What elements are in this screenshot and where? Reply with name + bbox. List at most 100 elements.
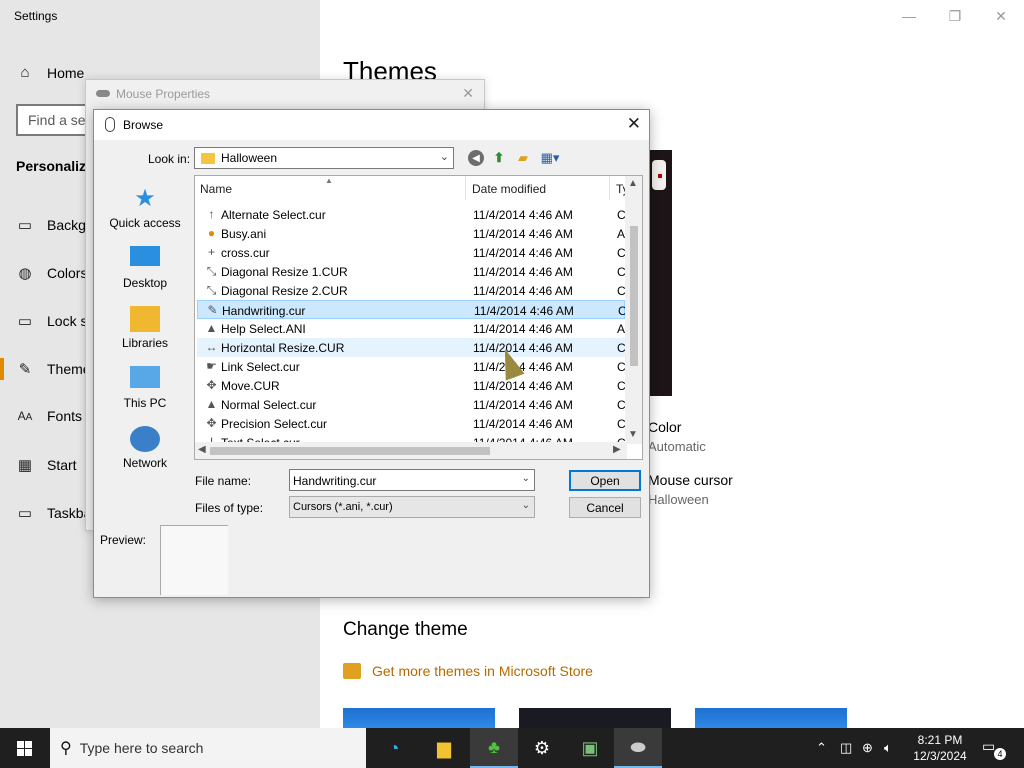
column-header-date[interactable]: Date modified xyxy=(472,176,546,200)
color-setting-label[interactable]: Color xyxy=(648,419,681,435)
nav-lock-screen[interactable]: ▭ Lock s xyxy=(16,312,88,330)
taskbar: ⚲ Type here to search ◔ ▆ ♣ ⚙ ▣ ⬬ ⌃ ◫ ⊕ … xyxy=(0,728,1024,768)
file-row[interactable]: ✥Precision Select.cur11/4/2014 4:46 AMCu xyxy=(197,414,627,433)
mouse-properties-title: Mouse Properties xyxy=(116,87,211,101)
file-row[interactable]: ●Busy.ani11/4/2014 4:46 AMAn xyxy=(197,224,627,243)
file-row[interactable]: ☛Link Select.cur11/4/2014 4:46 AMCu xyxy=(197,357,627,376)
place-label: This PC xyxy=(123,396,167,410)
file-name-cell: Handwriting.cur xyxy=(222,304,306,318)
vertical-scroll-thumb[interactable] xyxy=(630,226,638,366)
palette-icon: ◍ xyxy=(18,265,32,282)
column-separator[interactable] xyxy=(465,176,466,200)
mouse-icon xyxy=(96,90,110,97)
network-icon[interactable]: ⊕ xyxy=(862,728,873,768)
nav-taskbar[interactable]: ▭ Taskba xyxy=(16,504,91,522)
maximize-button[interactable]: ❐ xyxy=(932,4,978,28)
file-row[interactable]: ⤡ Diagonal Resize 2.CUR 11/4/2014 4:46 AM C… xyxy=(197,281,627,300)
mouse-properties-close-button[interactable]: ✕ xyxy=(462,85,474,102)
nav-home[interactable]: ⌂ Home xyxy=(16,64,84,81)
scroll-up-icon[interactable]: ▲ xyxy=(628,178,638,189)
scroll-right-icon[interactable]: ▶ xyxy=(613,444,621,455)
settings-window-title: Settings xyxy=(14,9,58,23)
start-grid-icon: ▦ xyxy=(17,457,33,474)
nav-background[interactable]: ▭ Backgr xyxy=(16,216,91,234)
theme-thumbnail[interactable] xyxy=(519,708,671,728)
scroll-down-icon[interactable]: ▼ xyxy=(628,429,638,440)
preview-pane xyxy=(160,525,228,595)
file-row[interactable]: ↔ Horizontal Resize.CUR 11/4/2014 4:46 AM C… xyxy=(197,338,627,357)
meet-now-icon[interactable]: ◫ xyxy=(840,728,852,768)
file-row[interactable]: ▲Normal Select.cur11/4/2014 4:46 AMCu xyxy=(197,395,627,414)
nav-start-label: Start xyxy=(47,457,77,473)
place-label: Libraries xyxy=(121,336,169,350)
file-name-input[interactable]: Handwriting.cur ⌄ xyxy=(289,469,535,491)
minimize-button[interactable]: — xyxy=(886,4,932,28)
mouse-cursor-setting-label[interactable]: Mouse cursor xyxy=(648,472,733,488)
file-name-cell: Horizontal Resize.CUR xyxy=(221,341,345,355)
theme-thumbnail[interactable] xyxy=(695,708,847,728)
browse-title: Browse xyxy=(123,118,164,132)
notification-icon[interactable]: ▭ 4 xyxy=(982,738,1006,760)
column-header-name[interactable]: Name xyxy=(200,176,232,200)
place-libraries[interactable]: Libraries xyxy=(103,306,187,350)
move-icon: ✥ xyxy=(206,378,217,392)
close-button[interactable]: ✕ xyxy=(978,4,1024,28)
vertical-scrollbar[interactable]: ▲ ▼ xyxy=(625,176,642,444)
place-desktop[interactable]: Desktop xyxy=(103,246,187,290)
clock-date: 12/3/2024 xyxy=(913,749,967,763)
edge-browser-icon[interactable]: ◔ xyxy=(370,728,418,768)
up-folder-icon[interactable]: ⬆ xyxy=(490,149,508,167)
place-quick-access[interactable]: ★ Quick access xyxy=(103,186,187,231)
cancel-button[interactable]: Cancel xyxy=(569,497,641,518)
column-separator[interactable] xyxy=(609,176,610,200)
file-row[interactable]: ✥Move.CUR11/4/2014 4:46 AMCu xyxy=(197,376,627,395)
new-folder-icon[interactable]: ▰ xyxy=(514,149,532,167)
file-name-cell: Alternate Select.cur xyxy=(221,208,326,222)
browse-close-button[interactable]: ✕ xyxy=(627,114,641,134)
volume-icon[interactable]: 🔈︎ xyxy=(884,728,892,768)
change-theme-heading: Change theme xyxy=(343,619,468,640)
file-type-select[interactable]: Cursors (*.ani, *.cur) ⌄ xyxy=(289,496,535,518)
scroll-left-icon[interactable]: ◀ xyxy=(198,444,206,455)
mouse-app-icon[interactable]: ⬬ xyxy=(614,728,662,768)
horizontal-scroll-thumb[interactable] xyxy=(210,447,490,455)
settings-gear-icon[interactable]: ⚙ xyxy=(518,728,566,768)
open-button[interactable]: Open xyxy=(569,470,641,491)
browse-titlebar: Browse ✕ xyxy=(94,110,649,140)
place-network[interactable]: Network xyxy=(103,426,187,470)
store-link[interactable]: Get more themes in Microsoft Store xyxy=(343,663,593,679)
mouse-outline-icon xyxy=(105,117,115,132)
horizontal-resize-icon: ↔ xyxy=(205,340,218,354)
chevron-down-icon[interactable]: ⌄ xyxy=(522,473,530,484)
view-menu-icon[interactable]: ▦▾ xyxy=(538,149,562,167)
file-name-cell: Precision Select.cur xyxy=(221,417,328,431)
nav-start[interactable]: ▦ Start xyxy=(16,456,77,474)
file-list[interactable]: ▲ Name Date modified Ty ↑ Alternate Selec… xyxy=(194,175,643,460)
file-row[interactable]: ▲Help Select.ANI11/4/2014 4:46 AMAn xyxy=(197,319,627,338)
file-row[interactable]: ↑Alternate Select.cur11/4/2014 4:46 AMCu xyxy=(197,205,628,224)
back-icon[interactable]: ◀ xyxy=(468,150,484,166)
clock[interactable]: 8:21 PM 12/3/2024 xyxy=(908,732,972,764)
nav-home-label: Home xyxy=(47,64,85,81)
nav-colors-label: Colors xyxy=(47,265,88,281)
chevron-down-icon: ⌄ xyxy=(521,500,530,511)
file-explorer-icon[interactable]: ▆ xyxy=(420,728,468,768)
nav-fonts[interactable]: AA Fonts xyxy=(16,408,82,424)
color-setting-value: Automatic xyxy=(648,439,706,454)
nav-colors[interactable]: ◍ Colors xyxy=(16,264,87,282)
look-in-dropdown[interactable]: Halloween ⌄ xyxy=(194,147,454,169)
theme-thumbnail[interactable] xyxy=(343,708,495,728)
file-row[interactable]: +cross.cur11/4/2014 4:46 AMCu xyxy=(197,243,627,262)
file-row[interactable]: ✎Handwriting.cur11/4/2014 4:46 AMCu xyxy=(197,300,628,319)
start-button[interactable] xyxy=(0,728,48,768)
control-panel-icon[interactable]: ▣ xyxy=(566,728,614,768)
nav-themes[interactable]: ✎ Theme xyxy=(16,360,91,378)
taskbar-search-box[interactable]: ⚲ Type here to search xyxy=(50,728,366,768)
show-hidden-icons-icon[interactable]: ⌃ xyxy=(816,728,827,768)
green-app-icon[interactable]: ♣ xyxy=(470,728,518,768)
place-this-pc[interactable]: This PC xyxy=(103,366,187,410)
browse-dialog: Browse ✕ Look in: Halloween ⌄ ◀ ⬆ ▰ ▦▾ ★… xyxy=(93,109,650,598)
horizontal-scrollbar[interactable]: ◀ ▶ xyxy=(195,442,627,459)
file-row[interactable]: ⤡ Diagonal Resize 1.CUR 11/4/2014 4:46 AM C… xyxy=(197,262,627,281)
file-name-value: Handwriting.cur xyxy=(293,474,377,488)
